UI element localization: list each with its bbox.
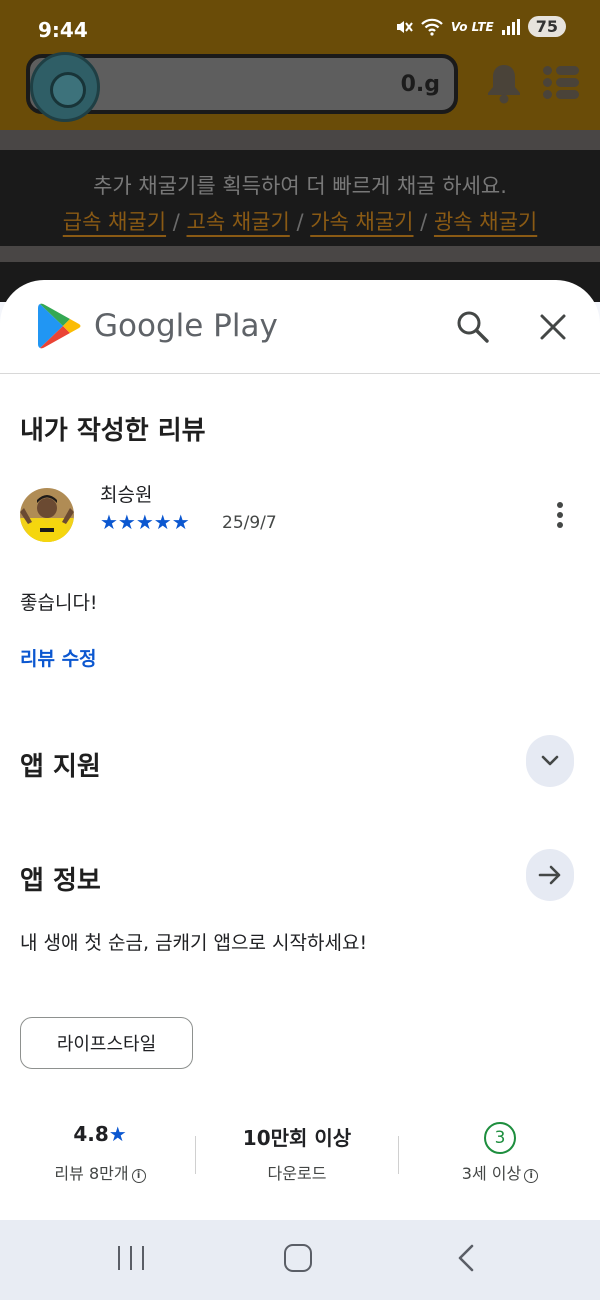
avatar [20, 488, 74, 542]
background-app: 9:44 Vo LTE 75 0.g 추가 채굴기를 획득하여 더 빠르게 채굴… [0, 0, 600, 302]
app-description: 내 생애 첫 순금, 금캐기 앱으로 시작하세요! [20, 932, 368, 954]
review-text: 좋습니다! [20, 592, 98, 614]
info-icon: i [131, 1169, 146, 1183]
stats-divider [195, 1136, 196, 1174]
app-info-title[interactable]: 앱 정보 [20, 860, 101, 897]
google-play-logo-icon [38, 303, 81, 349]
gold-balance-value: 0.g [400, 72, 440, 97]
promo-banner: 추가 채굴기를 획득하여 더 빠르게 채굴 하세요. 급속 채굴기 / 고속 채… [0, 150, 600, 246]
miner-link-light-speed[interactable]: 광속 채굴기 [434, 210, 537, 234]
expand-app-support-button[interactable] [526, 735, 574, 787]
miner-link-accelerated[interactable]: 가속 채굴기 [310, 210, 413, 234]
miner-links: 급속 채굴기 / 고속 채굴기 / 가속 채굴기 / 광속 채굴기 [0, 206, 600, 236]
google-play-brand: Google Play [94, 308, 278, 344]
mute-icon [396, 20, 413, 33]
age-rating-stat[interactable]: 3 3세 이상 i [400, 1122, 600, 1184]
app-stats: 4.8★ 리뷰 8만개 i 10만회 이상 다운로드 3 3세 이상 i [0, 1122, 600, 1192]
rating-stars: ★★★★★ [100, 510, 190, 534]
recents-button[interactable] [118, 1246, 144, 1270]
status-time: 9:44 [38, 18, 88, 42]
vault-icon [30, 52, 100, 122]
reviewer-name: 최승원 [100, 484, 153, 506]
app-info-arrow-button[interactable] [526, 849, 574, 901]
chevron-down-icon [541, 755, 559, 766]
search-icon[interactable] [456, 310, 490, 344]
age-rating-badge: 3 [484, 1122, 516, 1154]
google-play-sheet: Google Play 내가 작성한 리뷰 최승원 ★★★★★ 25/9/7 좋… [0, 280, 600, 1220]
my-review-title: 내가 작성한 리뷰 [20, 416, 206, 446]
app-support-title[interactable]: 앱 지원 [20, 746, 101, 783]
home-button[interactable] [284, 1244, 312, 1272]
promo-text: 추가 채굴기를 획득하여 더 빠르게 채굴 하세요. [93, 174, 507, 198]
arrow-right-icon [538, 865, 561, 885]
review-date: 25/9/7 [222, 513, 277, 533]
star-icon: ★ [108, 1122, 127, 1146]
edit-review-link[interactable]: 리뷰 수정 [20, 644, 97, 671]
reviews-count: 리뷰 8만개 [54, 1164, 129, 1183]
age-rating-label: 3세 이상 [461, 1164, 522, 1183]
close-icon[interactable] [538, 312, 568, 342]
miner-separator: / [289, 210, 311, 234]
miner-separator: / [166, 210, 187, 234]
downloads-label: 다운로드 [267, 1164, 327, 1183]
downloads-value: 10만회 이상 [242, 1126, 352, 1150]
stats-divider [398, 1136, 399, 1174]
signal-icon [501, 18, 520, 35]
downloads-stat: 10만회 이상 다운로드 [197, 1122, 397, 1184]
more-options-icon[interactable] [548, 502, 572, 530]
category-chip[interactable]: 라이프스타일 [20, 1017, 193, 1069]
status-icons: Vo LTE 75 [395, 16, 566, 37]
battery-badge: 75 [527, 16, 566, 37]
menu-icon[interactable] [543, 66, 579, 100]
wifi-icon [421, 18, 443, 36]
miner-separator: / [413, 210, 434, 234]
bell-icon[interactable] [485, 62, 523, 104]
network-label: Vo LTE [450, 19, 494, 34]
status-bar: 9:44 Vo LTE 75 [0, 0, 600, 58]
app-header: 9:44 Vo LTE 75 0.g [0, 0, 600, 130]
info-icon: i [524, 1169, 539, 1183]
rating-value: 4.8 [73, 1122, 109, 1146]
rating-stat[interactable]: 4.8★ 리뷰 8만개 i [0, 1122, 200, 1184]
system-nav-bar [0, 1220, 600, 1300]
miner-link-high-speed[interactable]: 고속 채굴기 [187, 210, 290, 234]
back-button[interactable] [456, 1244, 476, 1272]
miner-link-rapid[interactable]: 급속 채굴기 [63, 210, 166, 234]
google-play-header: Google Play [0, 280, 600, 374]
